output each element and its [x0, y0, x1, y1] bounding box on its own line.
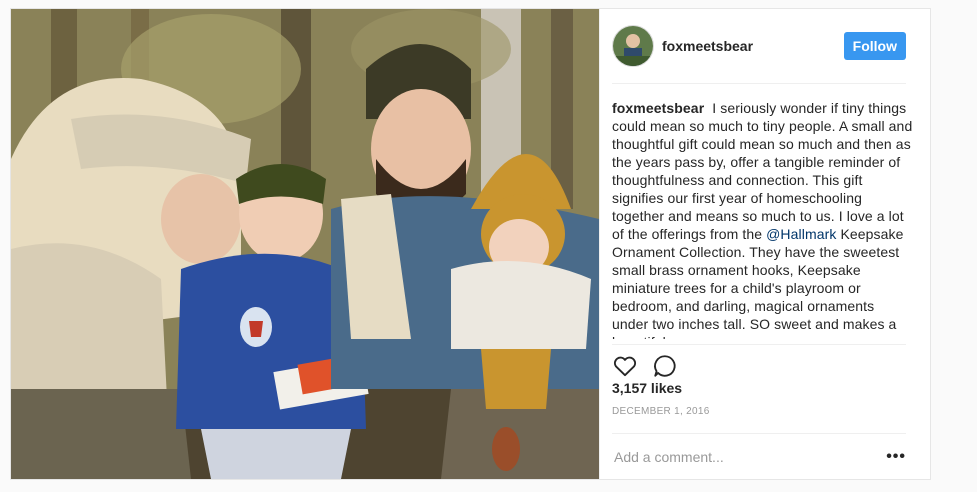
avatar-image	[613, 26, 653, 66]
post-header: foxmeetsbear Follow	[612, 9, 906, 84]
caption-text-part-1: I seriously wonder if tiny things could …	[612, 100, 913, 242]
likes-count[interactable]: 3,157 likes	[612, 380, 682, 396]
post-caption: foxmeetsbear I seriously wonder if tiny …	[612, 99, 914, 339]
post-date: DECEMBER 1, 2016	[612, 406, 710, 417]
more-options-icon[interactable]: •••	[886, 448, 906, 466]
username[interactable]: foxmeetsbear	[662, 38, 844, 54]
comment-section: •••	[612, 433, 906, 480]
follow-button[interactable]: Follow	[843, 32, 906, 60]
heart-icon[interactable]	[612, 353, 638, 379]
avatar[interactable]	[612, 25, 654, 67]
instagram-post: foxmeetsbear Follow foxmeetsbear I serio…	[10, 8, 931, 480]
family-photo-illustration	[11, 9, 599, 479]
post-sidebar: foxmeetsbear Follow foxmeetsbear I serio…	[599, 9, 930, 479]
mention-link[interactable]: @Hallmark	[766, 226, 836, 242]
post-photo[interactable]	[11, 9, 599, 479]
action-bar	[612, 344, 906, 379]
caption-text-part-2: Keepsake Ornament Collection. They have …	[612, 226, 904, 339]
comment-bubble-icon[interactable]	[652, 353, 678, 379]
caption-username[interactable]: foxmeetsbear	[612, 100, 704, 116]
comment-input[interactable]	[612, 448, 887, 466]
